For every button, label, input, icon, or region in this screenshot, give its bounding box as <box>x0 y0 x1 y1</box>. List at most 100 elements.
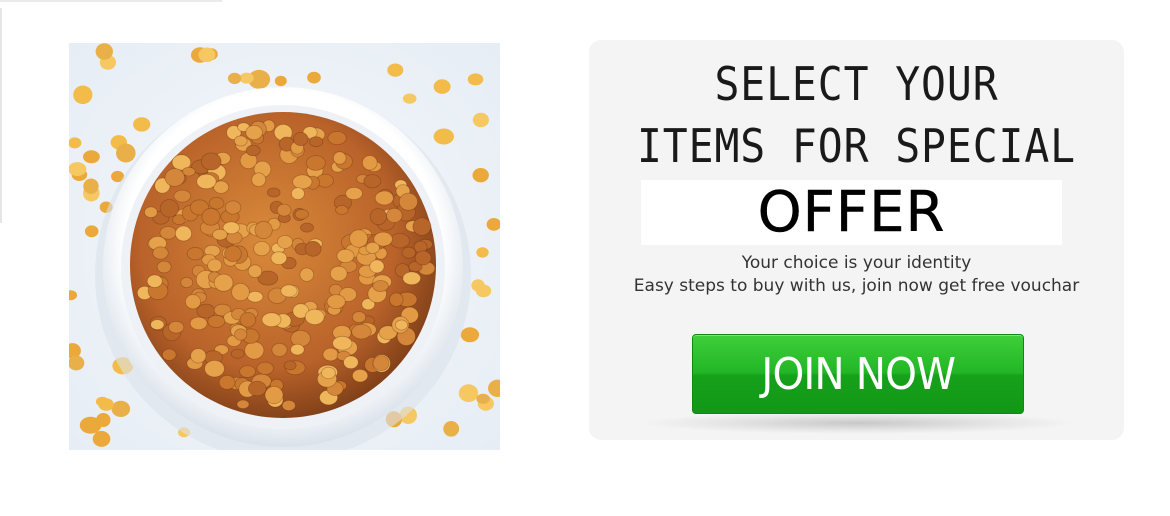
roasted-grain <box>239 311 257 328</box>
roasted-grain <box>244 341 265 360</box>
chickpea-grain <box>458 384 479 403</box>
top-divider <box>0 0 222 2</box>
roasted-grain <box>180 276 194 288</box>
chickpea-grain <box>433 128 454 145</box>
roasted-grain <box>144 206 158 219</box>
roasted-grain <box>398 192 418 211</box>
roasted-grain <box>224 245 242 263</box>
chickpea-grain <box>274 75 287 87</box>
join-now-button[interactable]: JOIN NOW <box>692 334 1024 414</box>
roasted-grain <box>234 135 248 147</box>
chickpea-grain <box>476 247 489 258</box>
chickpea-grain <box>92 430 111 447</box>
offer-highlight-box: OFFER <box>641 180 1062 245</box>
roasted-grain <box>372 355 390 372</box>
roasted-grain <box>207 314 226 328</box>
promo-banner: SELECT YOUR ITEMS FOR SPECIAL OFFER Your… <box>0 0 1170 516</box>
roasted-grain <box>386 207 403 223</box>
chickpea-grain <box>467 73 484 86</box>
roasted-grain <box>290 329 311 348</box>
roasted-grain <box>361 155 378 171</box>
chickpea-grain <box>471 279 485 292</box>
roasted-grain <box>261 312 282 328</box>
roasted-grain <box>372 280 389 292</box>
roasted-grain <box>349 229 369 248</box>
join-button-shadow <box>639 412 1079 434</box>
roasted-grain <box>414 250 432 266</box>
roasted-grain <box>365 241 380 254</box>
headline-line-1: SELECT YOUR <box>714 57 999 111</box>
roasted-grain <box>345 186 363 200</box>
roasted-grain <box>152 246 169 260</box>
roasted-grain <box>264 385 284 405</box>
roasted-grain <box>204 360 225 378</box>
chickpea-grain <box>227 72 242 85</box>
roasted-grain <box>231 283 250 302</box>
join-now-label: JOIN NOW <box>761 348 956 400</box>
roasted-grain <box>159 199 180 218</box>
roasted-grain <box>175 225 193 242</box>
offer-card: SELECT YOUR ITEMS FOR SPECIAL OFFER Your… <box>589 40 1124 440</box>
roasted-grain <box>402 271 422 286</box>
chickpea-grain <box>472 112 489 128</box>
roasted-grain <box>212 228 228 241</box>
roasted-grain <box>218 374 236 390</box>
roasted-grain <box>276 203 292 217</box>
roasted-grain <box>208 196 225 210</box>
roasted-grain <box>374 190 394 206</box>
roasted-grain <box>389 232 410 249</box>
roasted-grain <box>290 343 305 356</box>
roasted-grain <box>336 248 355 263</box>
roasted-grain <box>276 234 293 249</box>
headline-line-2: ITEMS FOR SPECIAL <box>636 119 1077 173</box>
roasted-grain <box>189 316 208 331</box>
roasted-grain <box>299 267 315 282</box>
chickpea-grain <box>84 225 99 238</box>
roasted-grain <box>363 174 382 189</box>
roasted-grain <box>290 187 305 201</box>
roasted-grain <box>332 151 347 165</box>
chickpea-grain <box>433 79 451 94</box>
roasted-grain <box>173 189 192 203</box>
roasted-grain <box>294 208 309 220</box>
roasted-grain <box>245 124 263 141</box>
chickpea-grain <box>198 47 216 63</box>
roasted-grain <box>256 361 274 375</box>
roasted-grain <box>270 251 288 265</box>
tagline-line-1: Your choice is your identity <box>741 253 972 273</box>
chickpea-grain <box>83 150 100 164</box>
roasted-grain <box>247 290 264 303</box>
roasted-grain <box>239 365 257 378</box>
chickpea-grain <box>387 63 404 77</box>
roasted-grain <box>248 380 267 397</box>
chickpea-grain <box>443 421 460 437</box>
product-image <box>69 43 500 450</box>
chickpea-grain <box>83 178 99 194</box>
roasted-grain <box>254 220 273 240</box>
chickpea-grain <box>239 72 254 84</box>
chickpea-grain <box>307 71 321 84</box>
roasted-grain <box>320 366 336 380</box>
roasted-grain <box>253 241 271 257</box>
roasted-grain <box>200 152 222 171</box>
roasted-grain <box>351 311 367 324</box>
roasted-grain <box>281 399 296 412</box>
roasted-grain <box>335 205 349 215</box>
roasted-grain <box>156 260 172 274</box>
roasted-grain <box>322 347 339 362</box>
roasted-grain <box>190 348 207 364</box>
chickpea-grain <box>460 327 480 343</box>
roasted-grain <box>343 355 359 370</box>
chickpea-grain <box>69 162 87 177</box>
roasted-grain <box>292 132 309 147</box>
left-edge-divider <box>0 8 2 223</box>
roasted-grain <box>201 207 221 226</box>
roasted-grain <box>309 136 324 148</box>
roasted-grain <box>389 292 404 307</box>
roasted-grain <box>234 328 248 341</box>
roasted-grain <box>224 200 242 215</box>
chickpea-grain <box>98 398 114 411</box>
roasted-grain <box>327 131 347 146</box>
roasted-grain <box>150 319 165 331</box>
roasted-grain <box>280 284 298 298</box>
